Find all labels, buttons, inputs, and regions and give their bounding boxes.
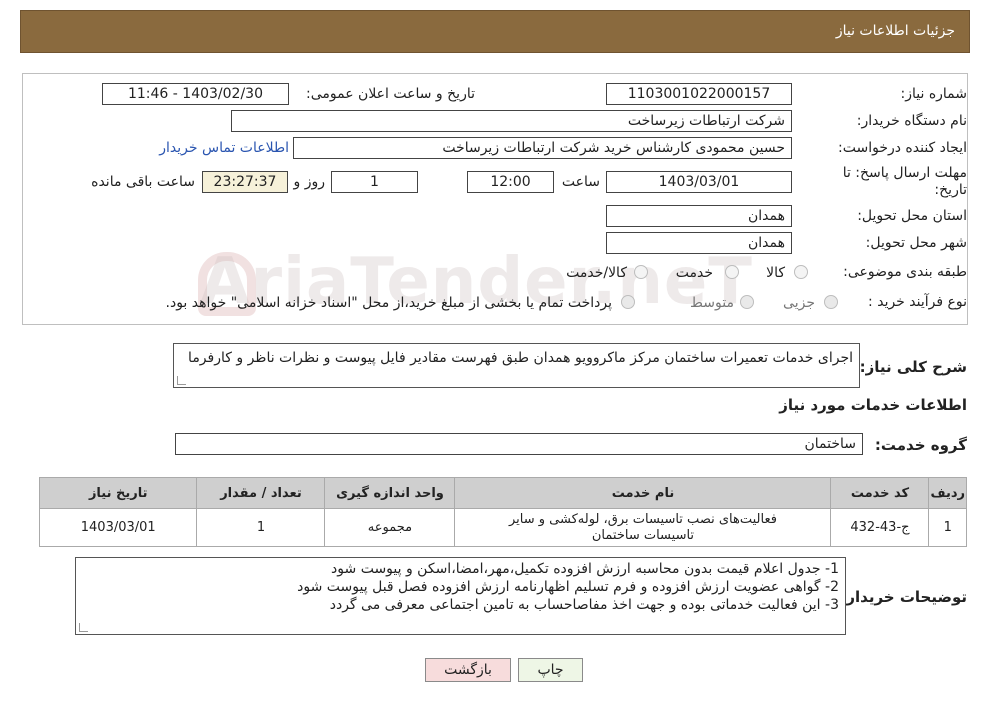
need-number-label: شماره نیاز: (900, 86, 968, 102)
col-qty: تعداد / مقدار (196, 477, 326, 509)
category-radio-goods[interactable] (794, 265, 808, 279)
cell-code: ج-43-432 (830, 508, 930, 547)
cell-unit: مجموعه (324, 508, 456, 547)
buyer-org-field: شرکت ارتباطات زیرساخت (231, 110, 792, 132)
process-label: نوع فرآیند خرید : (868, 294, 967, 310)
process-radio-medium[interactable] (740, 295, 754, 309)
table-header-row: ردیف کد خدمت نام خدمت واحد اندازه گیری ت… (38, 477, 967, 509)
print-button[interactable]: چاپ (518, 658, 583, 682)
service-group-field: ساختمان (175, 433, 863, 455)
province-field: همدان (606, 205, 792, 227)
category-option-goods: کالا (766, 265, 785, 281)
announce-label: تاریخ و ساعت اعلان عمومی: (306, 86, 475, 102)
services-table: ردیف کد خدمت نام خدمت واحد اندازه گیری ت… (38, 477, 967, 547)
col-code: کد خدمت (830, 477, 930, 509)
buyer-note-line: 1- جدول اعلام قیمت بدون محاسبه ارزش افزو… (331, 561, 839, 577)
remaining-time-field: 23:27:37 (202, 171, 288, 193)
deadline-label: مهلت ارسال پاسخ: تا (842, 165, 967, 181)
col-unit: واحد اندازه گیری (324, 477, 456, 509)
page-title: جزئیات اطلاعات نیاز (835, 23, 955, 39)
city-label: شهر محل تحویل: (865, 235, 967, 251)
city-field: همدان (606, 232, 792, 254)
col-row: ردیف (928, 477, 967, 509)
process-radio-minor[interactable] (824, 295, 838, 309)
services-section-title: اطلاعات خدمات مورد نیاز (779, 396, 967, 414)
category-label: طبقه بندی موضوعی: (843, 264, 967, 280)
days-label: روز و (293, 174, 326, 190)
cell-row: 1 (928, 508, 967, 547)
buyer-note-line: 3- این فعالیت خدماتی بوده و جهت اخذ مفاص… (329, 597, 839, 613)
description-text: اجرای خدمات تعمیرات ساختمان مرکز ماکرووی… (188, 350, 853, 366)
cell-name: فعالیت‌های نصب تاسیسات برق، لوله‌کشی و س… (454, 508, 832, 547)
category-option-service: خدمت (675, 265, 713, 281)
back-button[interactable]: بازگشت (425, 658, 511, 682)
cell-qty: 1 (196, 508, 326, 547)
cell-date: 1403/03/01 (38, 508, 198, 547)
deadline-label-date: تاریخ: (934, 182, 967, 198)
col-date: تاریخ نیاز (38, 477, 198, 509)
page-header: جزئیات اطلاعات نیاز (20, 10, 970, 53)
need-number-field: 1103001022000157 (606, 83, 792, 105)
deadline-date-field: 1403/03/01 (606, 171, 792, 193)
requester-field: حسین محمودی کارشناس خرید شرکت ارتباطات ز… (293, 137, 792, 159)
deadline-time-field: 12:00 (467, 171, 554, 193)
service-group-label: گروه خدمت: (874, 436, 967, 454)
category-radio-goods-service[interactable] (634, 265, 648, 279)
days-field: 1 (331, 171, 418, 193)
buyer-note-line: 2- گواهی عضویت ارزش افزوده و فرم تسلیم ا… (297, 579, 839, 595)
process-note: پرداخت تمام یا بخشی از مبلغ خرید،از محل … (165, 295, 612, 311)
province-label: استان محل تحویل: (857, 208, 967, 224)
description-label: شرح کلی نیاز: (859, 358, 967, 376)
buyer-notes-label: توضیحات خریدار: (840, 588, 967, 606)
resize-handle-icon[interactable] (79, 623, 88, 632)
table-row: 1 ج-43-432 فعالیت‌های نصب تاسیسات برق، ل… (38, 508, 967, 547)
col-name: نام خدمت (454, 477, 832, 509)
announce-field: 1403/02/30 - 11:46 (102, 83, 289, 105)
treasury-checkbox[interactable] (621, 295, 635, 309)
process-option-minor: جزیی (783, 295, 815, 311)
description-textarea[interactable]: اجرای خدمات تعمیرات ساختمان مرکز ماکرووی… (173, 343, 860, 388)
buyer-org-label: نام دستگاه خریدار: (856, 113, 967, 129)
category-option-goods-service: کالا/خدمت (566, 265, 627, 281)
category-radio-service[interactable] (725, 265, 739, 279)
resize-handle-icon[interactable] (177, 376, 186, 385)
buyer-contact-link[interactable]: اطلاعات تماس خریدار (159, 140, 289, 156)
buyer-notes-textarea[interactable]: 1- جدول اعلام قیمت بدون محاسبه ارزش افزو… (75, 557, 846, 635)
requester-label: ایجاد کننده درخواست: (838, 140, 967, 156)
process-option-medium: متوسط (690, 295, 734, 311)
remaining-time-label: ساعت باقی مانده (91, 174, 195, 190)
deadline-time-label: ساعت (561, 174, 600, 190)
